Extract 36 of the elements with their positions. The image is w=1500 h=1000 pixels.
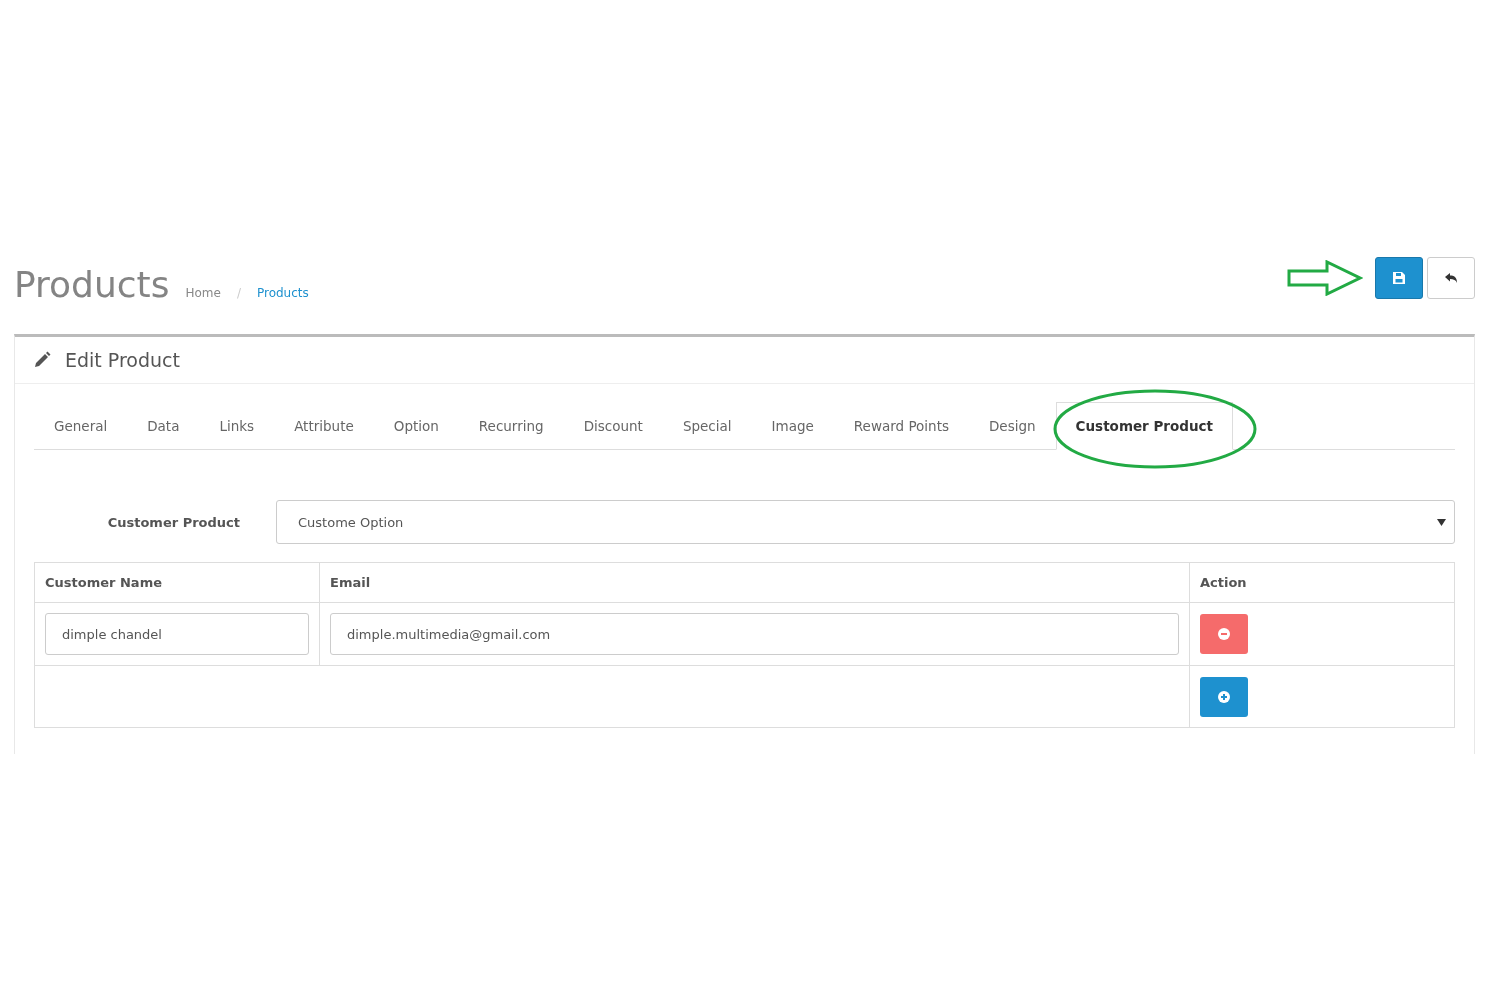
page-title: Products	[14, 264, 170, 305]
customer-name-field[interactable]: dimple chandel	[45, 613, 309, 655]
field-label: Customer Product	[106, 514, 240, 530]
tab[interactable]: Option	[373, 402, 459, 449]
breadcrumb-link[interactable]: Products	[256, 286, 309, 300]
tab[interactable]: Recurring	[458, 402, 564, 449]
plus-circle-icon	[1218, 690, 1230, 703]
tab[interactable]: Discount	[563, 402, 663, 449]
reply-icon	[1444, 272, 1458, 284]
breadcrumb-link[interactable]: Home	[185, 286, 221, 300]
tab[interactable]: Customer Product	[1055, 402, 1233, 450]
pencil-icon	[33, 351, 51, 369]
save-icon	[1392, 271, 1406, 285]
tab[interactable]: Reward Points	[833, 402, 969, 449]
email-field[interactable]: dimple.multimedia@gmail.com	[330, 613, 1179, 655]
tab[interactable]: Design	[968, 402, 1056, 449]
column-header: Email	[319, 562, 1190, 603]
tab[interactable]: Special	[662, 402, 752, 449]
panel-title: Edit Product	[65, 349, 180, 371]
column-header: Customer Name	[34, 562, 320, 603]
breadcrumb-separator: /	[236, 286, 241, 300]
remove-button[interactable]	[1200, 614, 1248, 654]
add-button[interactable]	[1200, 676, 1248, 717]
tab[interactable]: Attribute	[274, 402, 374, 449]
arrow-annotation-icon	[1287, 260, 1363, 296]
tab[interactable]: Data	[127, 402, 200, 449]
customer-product-select[interactable]: Custome Option	[276, 500, 1455, 544]
minus-circle-icon	[1218, 628, 1230, 640]
caret-icon	[1437, 518, 1446, 526]
save-button[interactable]	[1375, 257, 1423, 299]
column-header: Action	[1189, 562, 1455, 603]
back-button[interactable]	[1427, 257, 1475, 299]
circle-annotation-icon	[1052, 388, 1257, 470]
tab[interactable]: Links	[199, 402, 275, 449]
tab[interactable]: General	[34, 402, 128, 449]
tab[interactable]: Image	[751, 402, 834, 449]
